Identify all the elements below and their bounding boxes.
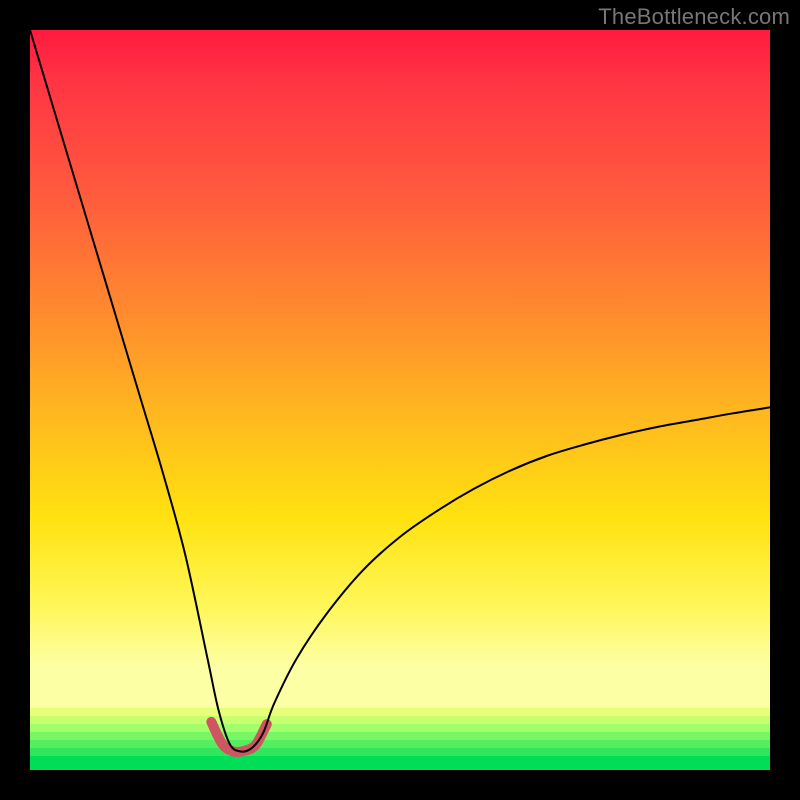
plot-area — [30, 30, 770, 770]
curve-svg — [30, 30, 770, 770]
outer-frame: TheBottleneck.com — [0, 0, 800, 800]
watermark-text: TheBottleneck.com — [598, 4, 790, 30]
bottleneck-curve-path — [30, 30, 770, 752]
trough-highlight-path — [211, 722, 266, 752]
